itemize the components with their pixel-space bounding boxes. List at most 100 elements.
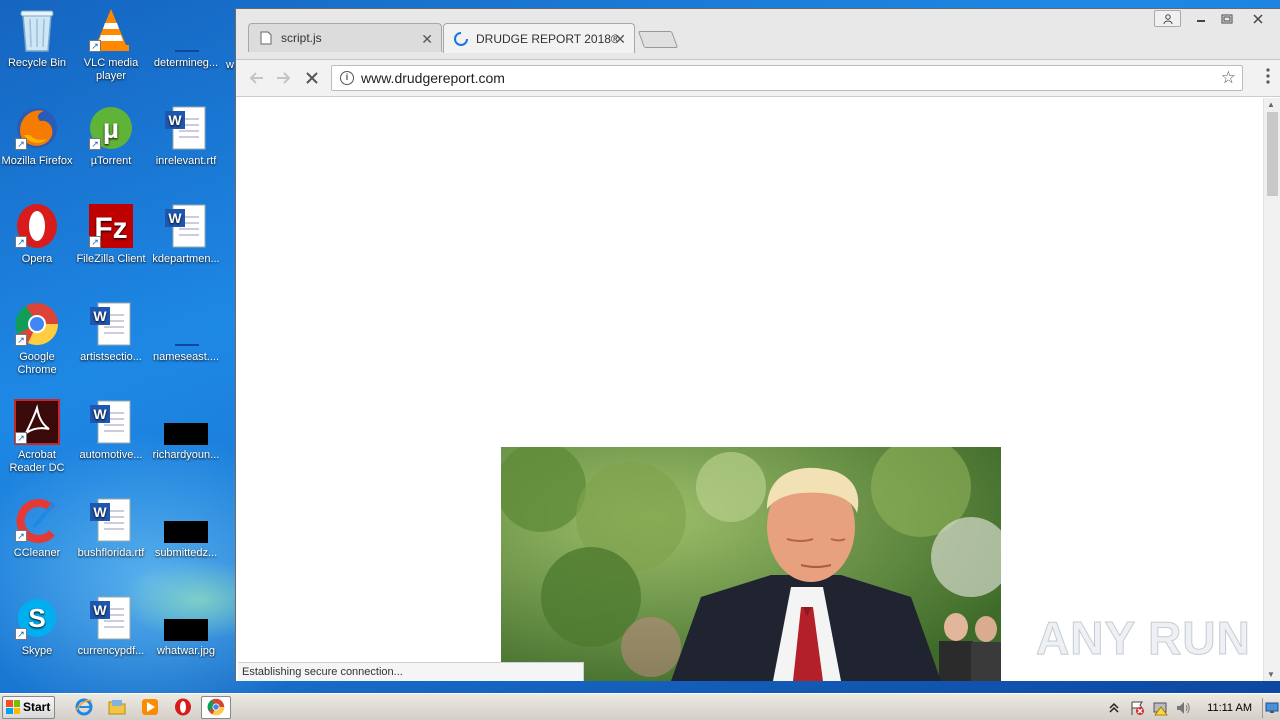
volume-icon[interactable] [1174,699,1192,717]
desktop-icon-chrome[interactable]: ↗ Google Chrome [0,300,74,377]
desktop-icon-kdepartment[interactable]: W kdepartmen... [149,202,223,266]
desktop-icon-vlc[interactable]: ↗ VLC media player [74,6,148,83]
desktop-icon-acrobat[interactable]: ↗ Acrobat Reader DC [0,398,74,475]
new-tab-button[interactable] [637,31,679,48]
desktop-icon-ccleaner[interactable]: ↗ CCleaner [0,496,74,560]
desktop-icon-skype[interactable]: S ↗ Skype [0,594,74,658]
network-warning-icon [1153,702,1168,715]
shortcut-arrow-icon: ↗ [15,334,27,346]
tab-drudge-report[interactable]: DRUDGE REPORT 2018® ✕ [443,23,635,53]
profile-button[interactable] [1154,10,1181,27]
desktop-icon-inrelevant[interactable]: W inrelevant.rtf [149,104,223,168]
back-button[interactable] [242,64,270,92]
title-bar: script.js ✕ DRUDGE REPORT 2018® ✕ [236,9,1280,60]
desktop-icon-submittedz[interactable]: submittedz... [149,496,223,560]
stop-loading-button[interactable] [298,64,326,92]
desktop-icon-label: nameseast.... [152,351,220,363]
svg-text:S: S [28,603,45,633]
image-thumbnail-icon [162,398,210,446]
clock[interactable]: 11:11 AM [1207,702,1252,714]
desktop-icon-label: bushflorida.rtf [77,547,145,559]
desktop-icon-label: Google Chrome [17,351,57,376]
desktop-icon-opera[interactable]: ↗ Opera [0,202,74,266]
bookmark-star-icon[interactable]: ☆ [1221,68,1236,88]
desktop-icon-whatwar[interactable]: whatwar.jpg [149,594,223,658]
start-label: Start [23,700,51,714]
watermark-text-right: RUN [1148,612,1251,665]
desktop-icon-richardyoun[interactable]: richardyoun... [149,398,223,462]
desktop-icon-utorrent[interactable]: µ ↗ µTorrent [74,104,148,168]
desktop-icon-determineg[interactable]: determineg... [149,6,223,70]
close-tab-icon[interactable]: ✕ [614,31,626,48]
chevron-up-icon [1109,702,1119,713]
show-desktop-button[interactable] [1262,697,1280,718]
recycle-bin-icon [13,6,61,54]
restore-button[interactable] [1213,10,1240,27]
forward-arrow-icon [277,72,291,84]
desktop-icon-currencypdf[interactable]: W currencypdf... [74,594,148,658]
close-tab-icon[interactable]: ✕ [421,31,433,48]
watermark-text-left: ANY [1035,612,1137,665]
svg-text:W: W [168,112,182,128]
close-window-button[interactable] [1244,10,1271,27]
desktop-icon-filezilla[interactable]: Fz ↗ FileZilla Client [74,202,148,266]
news-photo[interactable] [501,447,1001,681]
speaker-icon [1177,701,1190,714]
address-bar[interactable]: i www.drudgereport.com ☆ [331,65,1243,91]
scroll-down-icon[interactable]: ▼ [1267,670,1275,679]
desktop-icon-artistsection[interactable]: W artistsectio... [74,300,148,364]
desktop-icon-recycle-bin[interactable]: Recycle Bin [0,6,74,70]
folder-icon [108,700,126,715]
minimize-icon [1196,19,1205,22]
tab-script-js[interactable]: script.js ✕ [248,23,442,52]
taskbar-media-player[interactable] [135,696,165,719]
anyrun-watermark: ANY RUN [1035,608,1250,668]
taskbar-internet-explorer[interactable] [69,696,99,719]
blank-file-icon [162,300,210,348]
word-document-icon: W [162,202,210,250]
show-hidden-icons-button[interactable] [1105,699,1123,717]
desktop-icon-label: automotive... [79,449,143,461]
action-center-icon[interactable] [1128,699,1146,717]
info-icon[interactable]: i [340,71,354,85]
desktop-icon-label: submittedz... [154,547,218,559]
scroll-up-icon[interactable]: ▲ [1267,100,1275,109]
desktop-icon-label: Recycle Bin [7,57,67,69]
desktop-icon-nameseast[interactable]: nameseast.... [149,300,223,364]
minimize-button[interactable] [1187,10,1214,27]
desktop-icon-firefox[interactable]: ↗ Mozilla Firefox [0,104,74,168]
svg-text:µ: µ [103,113,119,144]
shortcut-arrow-icon: ↗ [15,530,27,542]
image-thumbnail-icon [162,496,210,544]
desktop-icon-label: whatwar.jpg [156,645,216,657]
desktop-icon-automotive[interactable]: W automotive... [74,398,148,462]
chrome-menu-button[interactable] [1266,68,1270,84]
word-document-icon: W [87,300,135,348]
windows-logo-icon [6,700,20,714]
vertical-scrollbar[interactable]: ▲ ▼ [1263,98,1280,681]
desktop-icon-label: FileZilla Client [76,253,146,265]
svg-text:W: W [93,504,107,520]
toolbar: i www.drudgereport.com ☆ [236,60,1280,97]
acrobat-reader-icon: ↗ [13,398,61,446]
desktop-icon-label: richardyoun... [152,449,220,461]
shortcut-arrow-icon: ↗ [15,628,27,640]
desktop-icon-label: currencypdf... [77,645,145,657]
skype-icon: S ↗ [13,594,61,642]
network-icon[interactable] [1151,699,1169,717]
desktop-icon-label: artistsectio... [80,351,142,363]
taskbar-chrome[interactable] [201,695,231,719]
taskbar-explorer[interactable] [102,696,132,719]
desktop-icon-label: VLC media player [83,57,139,82]
taskbar-opera[interactable] [168,696,198,719]
start-button[interactable]: Start [2,695,55,719]
chrome-icon [207,698,225,716]
desktop-icon-bushflorida[interactable]: W bushflorida.rtf [74,496,148,560]
scrollbar-thumb[interactable] [1267,112,1278,196]
close-icon [1252,13,1263,24]
user-icon [1163,13,1172,24]
utorrent-icon: µ ↗ [87,104,135,152]
forward-button[interactable] [270,64,298,92]
svg-text:W: W [93,308,107,324]
shortcut-arrow-icon: ↗ [15,138,27,150]
